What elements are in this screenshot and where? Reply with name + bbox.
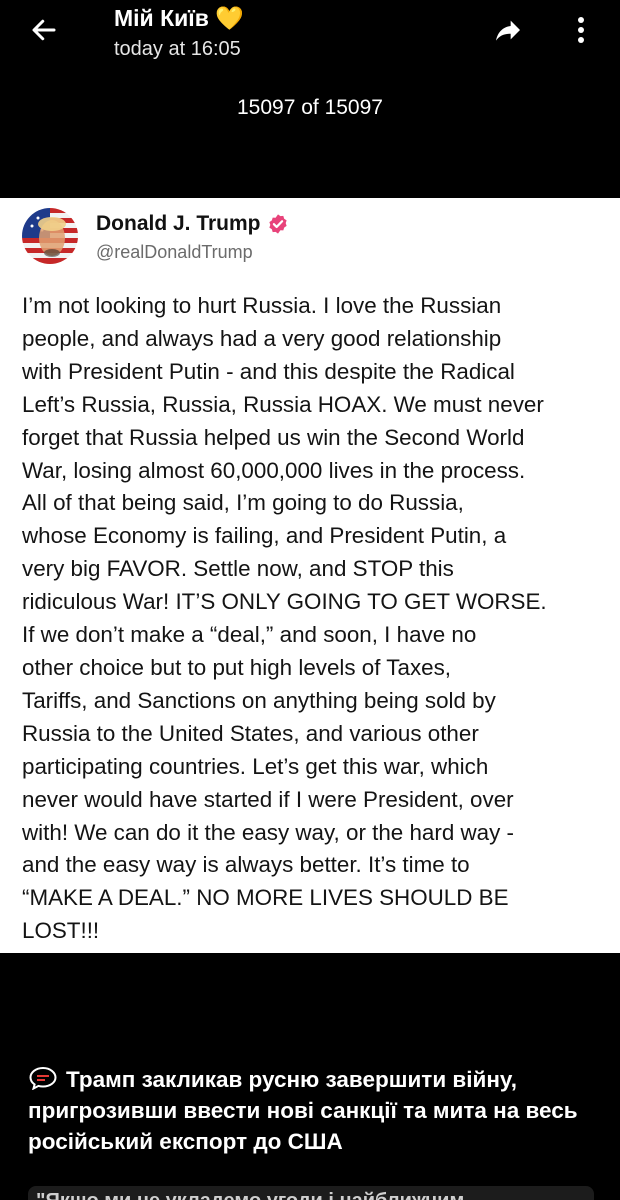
verified-badge-icon — [268, 214, 287, 234]
next-message-preview[interactable]: "Якщо ми не укладемо угоди і найближчим — [28, 1186, 594, 1200]
chat-title: Мій Київ 💛 — [114, 5, 244, 31]
speech-bubble-icon — [29, 1066, 57, 1090]
share-icon — [496, 20, 520, 41]
next-message-text: "Якщо ми не укладемо угоди і найближчим — [36, 1190, 464, 1200]
media-caption: Трамп закликав русню завершити війну, пр… — [28, 1064, 598, 1157]
back-button[interactable] — [26, 12, 62, 48]
media-counter: 15097 of 15097 — [237, 96, 383, 119]
author-handle: @realDonaldTrump — [96, 242, 253, 262]
top-bar: Мій Київ 💛 today at 16:05 — [0, 0, 620, 70]
post-screenshot: Donald J. Trump @realDonaldTrump I’m not… — [0, 198, 620, 953]
avatar — [22, 208, 78, 264]
title-block: Мій Київ 💛 today at 16:05 — [114, 4, 244, 62]
share-button[interactable] — [490, 12, 526, 48]
author-name: Donald J. Trump — [96, 212, 261, 235]
post-body-text: I’m not looking to hurt Russia. I love t… — [22, 293, 547, 944]
more-vertical-icon — [578, 17, 584, 43]
more-options-button[interactable] — [566, 12, 596, 48]
arrow-left-icon — [32, 19, 56, 41]
caption-text: Трамп закликав русню завершити війну, пр… — [28, 1067, 578, 1154]
author-name-row: Donald J. Trump — [96, 212, 289, 236]
post-timestamp: today at 16:05 — [114, 38, 241, 60]
